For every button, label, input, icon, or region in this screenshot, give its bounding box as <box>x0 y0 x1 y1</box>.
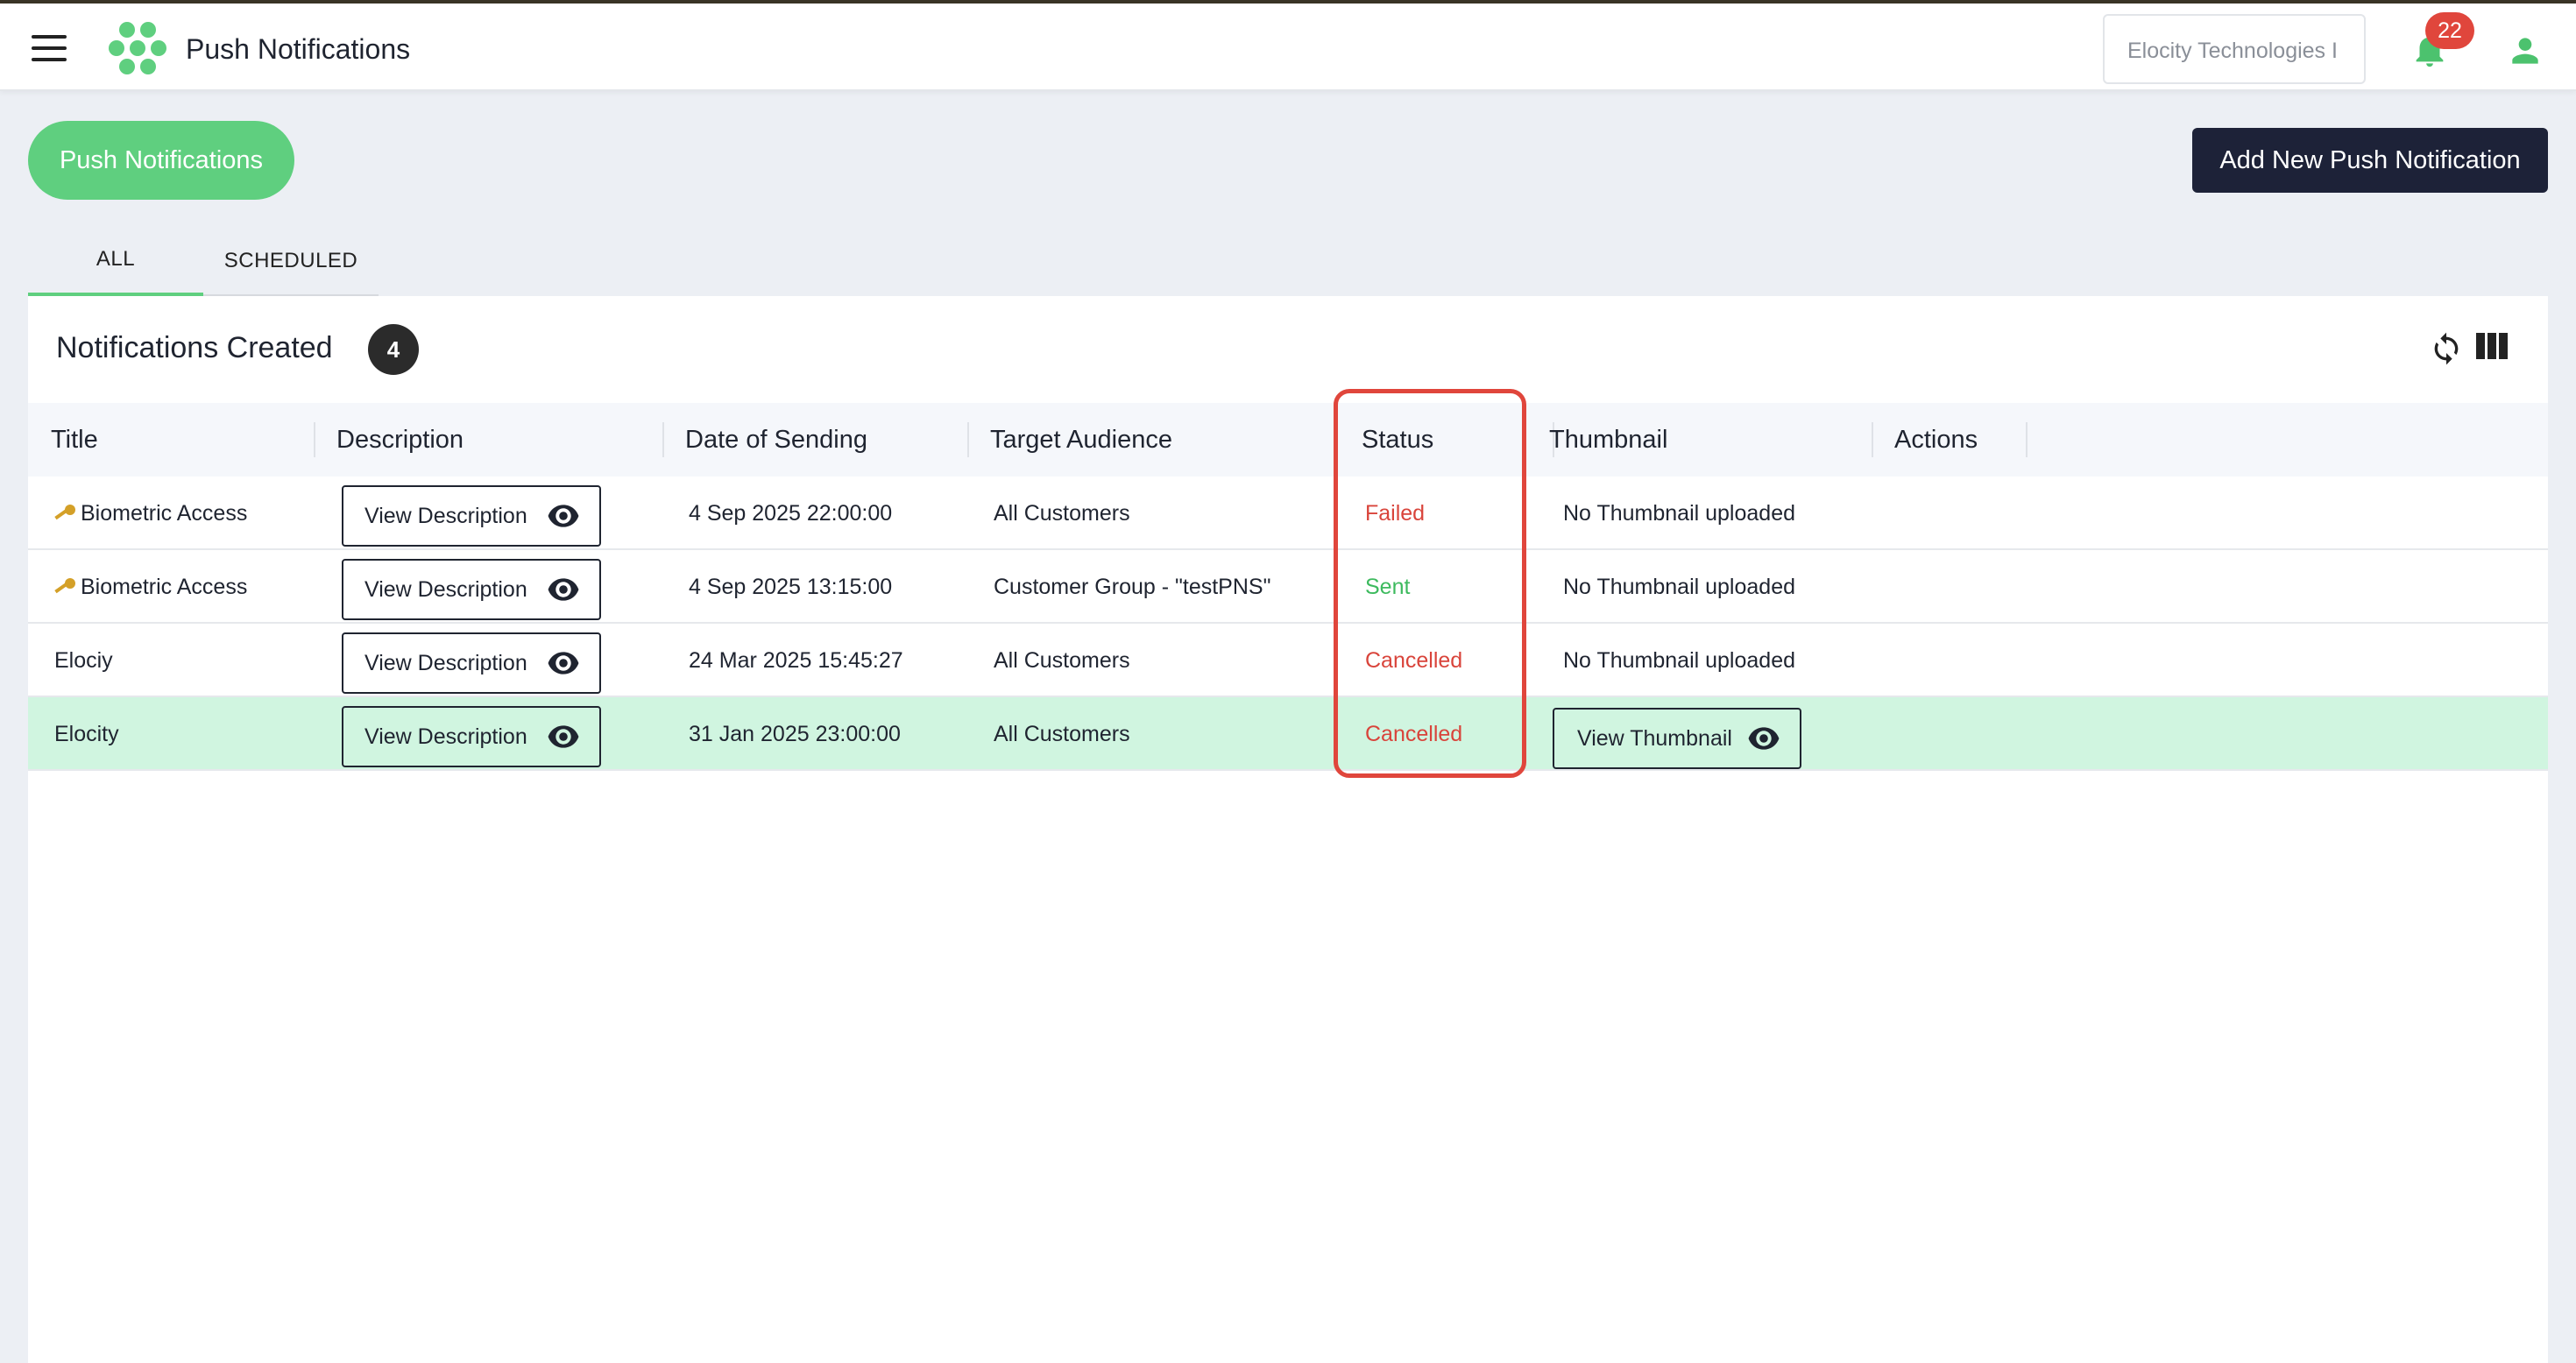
status-badge: Sent <box>1365 575 1411 599</box>
column-divider[interactable] <box>2026 422 2028 457</box>
row-thumbnail: No Thumbnail uploaded <box>1563 648 1796 673</box>
logo-icon <box>109 22 166 74</box>
table-row[interactable]: Elociy View Description 24 Mar 2025 15:4… <box>28 624 2548 697</box>
refresh-icon[interactable] <box>2429 329 2464 368</box>
row-thumbnail: No Thumbnail uploaded <box>1563 575 1796 599</box>
key-icon <box>54 578 75 594</box>
column-divider[interactable] <box>967 422 969 457</box>
table-header: Title Description Date of Sending Target… <box>28 403 2548 477</box>
row-audience: All Customers <box>994 722 1130 746</box>
tab-bar: ALL SCHEDULED <box>28 230 379 298</box>
column-divider[interactable] <box>1872 422 1873 457</box>
tab-scheduled[interactable]: SCHEDULED <box>203 230 379 296</box>
row-date: 31 Jan 2025 23:00:00 <box>689 722 901 746</box>
eye-icon <box>548 725 579 748</box>
card-title: Notifications Created <box>56 331 333 364</box>
row-title: Elocity <box>54 722 119 746</box>
view-description-button[interactable]: View Description <box>342 485 601 547</box>
view-description-button[interactable]: View Description <box>342 632 601 694</box>
tab-all[interactable]: ALL <box>28 230 203 298</box>
notification-count-badge: 22 <box>2425 12 2474 49</box>
eye-icon <box>548 652 579 674</box>
notifications-card: Notifications Created 4 Title Descriptio… <box>28 296 2548 1363</box>
eye-icon <box>1748 727 1780 750</box>
table-row[interactable]: Biometric Access View Description 4 Sep … <box>28 550 2548 624</box>
column-header-date[interactable]: Date of Sending <box>685 403 867 477</box>
push-notifications-pill[interactable]: Push Notifications <box>28 121 294 200</box>
table-row[interactable]: Biometric Access View Description 4 Sep … <box>28 477 2548 550</box>
row-date: 24 Mar 2025 15:45:27 <box>689 648 903 673</box>
count-badge: 4 <box>368 324 419 375</box>
row-audience: Customer Group - "testPNS" <box>994 575 1271 599</box>
user-icon[interactable] <box>2506 32 2544 70</box>
column-header-actions[interactable]: Actions <box>1894 403 1978 477</box>
column-divider[interactable] <box>314 422 315 457</box>
column-header-target-audience[interactable]: Target Audience <box>990 403 1172 477</box>
menu-icon[interactable] <box>32 35 67 61</box>
column-header-title[interactable]: Title <box>51 403 98 477</box>
row-title: Elociy <box>54 648 113 673</box>
row-title: Biometric Access <box>81 501 248 526</box>
row-date: 4 Sep 2025 22:00:00 <box>689 501 893 526</box>
status-badge: Cancelled <box>1365 648 1463 673</box>
status-badge: Cancelled <box>1365 722 1463 746</box>
eye-icon <box>548 578 579 601</box>
organization-selector[interactable]: Elocity Technologies I <box>2103 14 2366 84</box>
row-title: Biometric Access <box>81 575 248 599</box>
column-header-status[interactable]: Status <box>1362 403 1433 477</box>
status-badge: Failed <box>1365 501 1426 526</box>
app-title: Push Notifications <box>186 33 411 65</box>
eye-icon <box>548 505 579 527</box>
column-header-thumbnail[interactable]: Thumbnail <box>1549 403 1667 477</box>
row-thumbnail: No Thumbnail uploaded <box>1563 501 1796 526</box>
view-thumbnail-button[interactable]: View Thumbnail <box>1553 708 1801 769</box>
row-date: 4 Sep 2025 13:15:00 <box>689 575 893 599</box>
columns-icon[interactable] <box>2476 333 2508 359</box>
add-new-push-notification-button[interactable]: Add New Push Notification <box>2192 128 2548 193</box>
key-icon <box>54 505 75 520</box>
table-row[interactable]: Elocity View Description 31 Jan 2025 23:… <box>28 697 2548 771</box>
view-description-button[interactable]: View Description <box>342 559 601 620</box>
top-app-bar: Push Notifications Elocity Technologies … <box>0 4 2576 91</box>
view-description-button[interactable]: View Description <box>342 706 601 767</box>
column-divider[interactable] <box>662 422 664 457</box>
row-audience: All Customers <box>994 501 1130 526</box>
column-header-description[interactable]: Description <box>336 403 464 477</box>
row-audience: All Customers <box>994 648 1130 673</box>
